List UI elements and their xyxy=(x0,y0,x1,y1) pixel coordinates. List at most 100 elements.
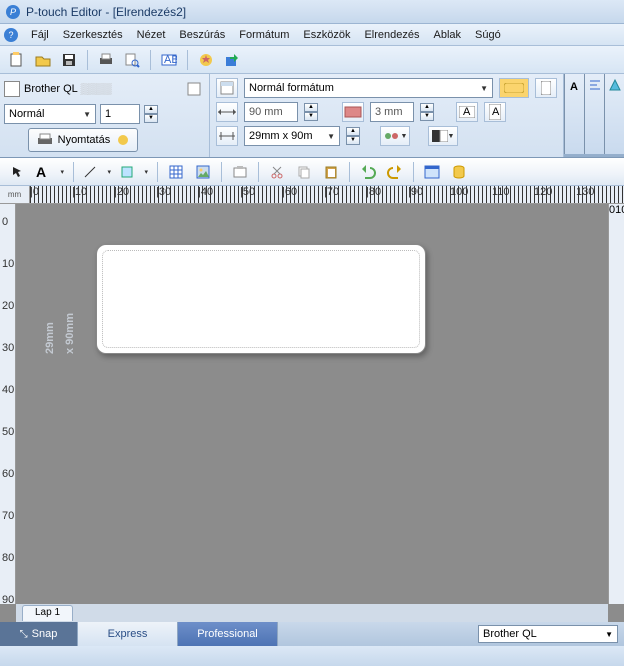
mode-express[interactable]: Express xyxy=(78,622,178,646)
side-tab-text[interactable]: A xyxy=(564,74,584,154)
status-bar xyxy=(0,646,624,666)
menu-file[interactable]: Fájl xyxy=(24,27,56,43)
ruler-horizontal[interactable]: |0|10|20|30|40|50|60|70|80|9010011012013… xyxy=(30,186,624,204)
main-toolbar: ABC xyxy=(0,46,624,74)
print-label: Nyomtatás xyxy=(58,134,111,146)
export-button[interactable] xyxy=(221,49,243,71)
mode-bar: ⤡Snap Express Professional Brother QL▼ xyxy=(0,622,624,646)
window-title: P-touch Editor - [Elrendezés2] xyxy=(26,5,186,19)
width-input[interactable]: 90 mm xyxy=(244,102,298,122)
svg-text:A: A xyxy=(463,106,471,118)
orientation-landscape-button[interactable] xyxy=(499,78,529,98)
separator xyxy=(157,162,158,182)
side-tab-color[interactable] xyxy=(604,74,624,154)
menu-view[interactable]: Nézet xyxy=(130,27,173,43)
separator xyxy=(73,162,74,182)
text-button[interactable]: ABC xyxy=(158,49,180,71)
screenshot-tool[interactable] xyxy=(228,161,252,183)
wizard-button[interactable] xyxy=(195,49,217,71)
print-button[interactable] xyxy=(95,49,117,71)
printer-name: Brother QL ▒▒▒▒ xyxy=(24,83,112,95)
paper-panel: Normál formátum▼ 90 mm ▲▼ 3 mm ▲▼ A A 29… xyxy=(210,74,564,157)
feed-button[interactable]: ▼ xyxy=(380,126,410,146)
status-printer-combo[interactable]: Brother QL▼ xyxy=(478,625,618,643)
svg-text:ABC: ABC xyxy=(164,54,177,66)
sheet-tabs: Lap 1 xyxy=(16,604,608,622)
app-icon: P xyxy=(6,5,20,19)
ruler-unit: mm xyxy=(0,186,30,204)
separator xyxy=(413,162,414,182)
workspace: mm |0|10|20|30|40|50|60|70|80|9010011012… xyxy=(0,186,624,622)
format-combo[interactable]: Normál formátum▼ xyxy=(244,78,493,98)
save-button[interactable] xyxy=(58,49,80,71)
margin-input[interactable]: 3 mm xyxy=(370,102,414,122)
side-tabs: A xyxy=(564,74,624,157)
menu-bar: ? Fájl Szerkesztés Nézet Beszúrás Formát… xyxy=(0,24,624,46)
table-tool[interactable] xyxy=(164,161,188,183)
copy-button[interactable] xyxy=(292,161,316,183)
ruler-vertical-left[interactable]: 0102030405060708090 xyxy=(0,204,16,604)
side-tab-align[interactable] xyxy=(584,74,604,154)
separator xyxy=(150,50,151,70)
margin-spinner[interactable]: ▲▼ xyxy=(420,103,434,121)
database-button[interactable] xyxy=(447,161,471,183)
width-spinner[interactable]: ▲▼ xyxy=(304,103,318,121)
textframe-v-button[interactable]: A xyxy=(484,102,506,122)
text-tool[interactable]: A▾ xyxy=(33,161,67,183)
layout-view-button[interactable] xyxy=(420,161,444,183)
label-object[interactable] xyxy=(96,244,426,354)
undo-button[interactable] xyxy=(356,161,380,183)
copies-input[interactable]: 1 xyxy=(100,104,140,124)
margin-icon xyxy=(342,102,364,122)
paste-button[interactable] xyxy=(319,161,343,183)
mode-professional[interactable]: Professional xyxy=(178,622,278,646)
separator xyxy=(349,162,350,182)
shape-tool[interactable]: ▾ xyxy=(117,161,151,183)
printer-icon xyxy=(37,133,52,147)
printer-props-button[interactable] xyxy=(183,78,205,100)
panel-icon[interactable] xyxy=(216,78,238,98)
print-options-icon xyxy=(116,133,129,147)
image-tool[interactable] xyxy=(191,161,215,183)
object-toolbar: A▾ ▾ ▾ xyxy=(0,158,624,186)
line-tool[interactable]: ▾ xyxy=(80,161,114,183)
color-mode-button[interactable]: ▼ xyxy=(428,126,458,146)
width-icon xyxy=(216,102,238,122)
media-spinner[interactable]: ▲▼ xyxy=(346,127,360,145)
new-button[interactable] xyxy=(6,49,28,71)
print-panel: Brother QL ▒▒▒▒ Normál▼ 1 ▲▼ Nyomtatás xyxy=(0,74,210,157)
copies-spinner[interactable]: ▲▼ xyxy=(144,105,158,123)
menu-layout[interactable]: Elrendezés xyxy=(357,27,426,43)
menu-help[interactable]: Súgó xyxy=(468,27,508,43)
open-button[interactable] xyxy=(32,49,54,71)
separator xyxy=(187,50,188,70)
ruler-vertical-right[interactable]: 0102030405060708090 xyxy=(608,204,624,604)
mdi-icon: ? xyxy=(4,28,18,42)
media-combo[interactable]: 29mm x 90m▼ xyxy=(244,126,340,146)
length-icon xyxy=(216,126,238,146)
property-dock: Brother QL ▒▒▒▒ Normál▼ 1 ▲▼ Nyomtatás N… xyxy=(0,74,624,158)
title-bar: P P-touch Editor - [Elrendezés2] xyxy=(0,0,624,24)
mode-snap[interactable]: ⤡Snap xyxy=(0,622,78,646)
orientation-portrait-button[interactable] xyxy=(535,78,557,98)
separator xyxy=(87,50,88,70)
menu-tools[interactable]: Eszközök xyxy=(296,27,357,43)
cut-button[interactable] xyxy=(265,161,289,183)
redo-button[interactable] xyxy=(383,161,407,183)
label-dimensions: 29mmx 90mm xyxy=(40,313,80,354)
print-action-button[interactable]: Nyomtatás xyxy=(28,128,138,152)
preview-button[interactable] xyxy=(121,49,143,71)
menu-insert[interactable]: Beszúrás xyxy=(172,27,232,43)
pointer-tool[interactable] xyxy=(6,161,30,183)
svg-text:A: A xyxy=(570,81,578,92)
textframe-h-button[interactable]: A xyxy=(456,102,478,122)
svg-text:A: A xyxy=(492,106,500,118)
zoom-combo[interactable]: Normál▼ xyxy=(4,104,96,124)
canvas[interactable]: 29mmx 90mm xyxy=(16,204,608,604)
menu-edit[interactable]: Szerkesztés xyxy=(56,27,130,43)
printer-icon xyxy=(4,81,20,97)
sheet-tab-1[interactable]: Lap 1 xyxy=(22,605,73,621)
separator xyxy=(221,162,222,182)
menu-window[interactable]: Ablak xyxy=(427,27,469,43)
menu-format[interactable]: Formátum xyxy=(232,27,296,43)
